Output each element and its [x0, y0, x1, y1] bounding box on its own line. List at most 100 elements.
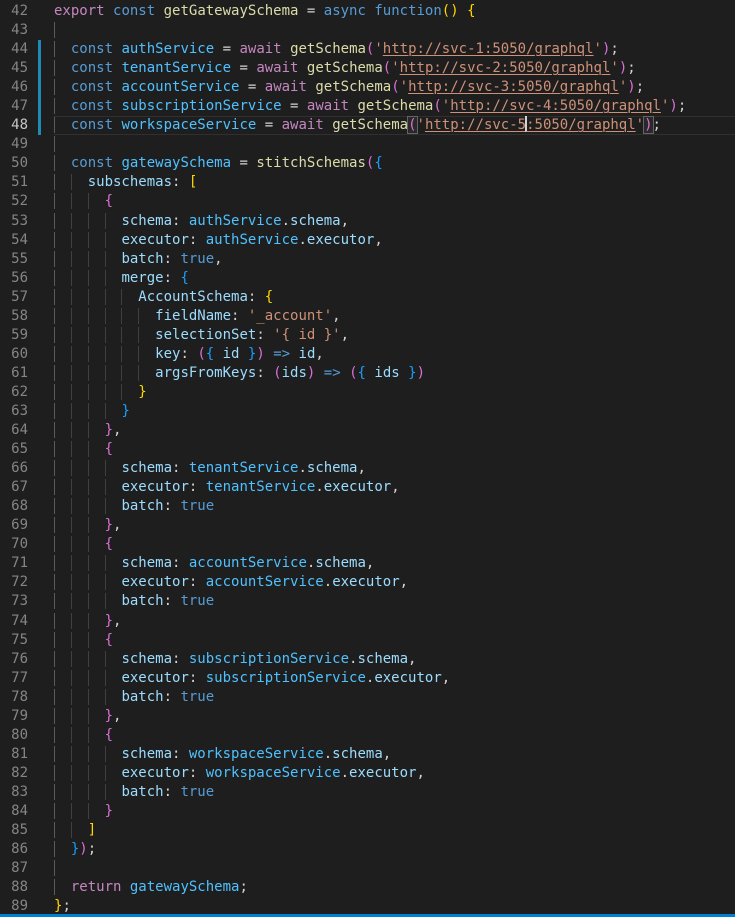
code-line[interactable]: key: ({ id }) => id, — [54, 345, 735, 364]
code-line[interactable]: const tenantService = await getSchema('h… — [54, 59, 735, 78]
code-line[interactable]: { — [54, 535, 735, 554]
line-number[interactable]: 47 — [0, 97, 28, 116]
code-line[interactable]: subschemas: [ — [54, 173, 735, 192]
line-number[interactable]: 88 — [0, 878, 28, 897]
code-token: getSchema — [315, 79, 391, 95]
line-number[interactable]: 79 — [0, 707, 28, 726]
line-number[interactable]: 49 — [0, 135, 28, 154]
code-line[interactable]: argsFromKeys: (ids) => ({ ids }) — [54, 364, 735, 383]
line-number[interactable]: 82 — [0, 764, 28, 783]
line-number[interactable]: 52 — [0, 192, 28, 211]
code-line[interactable]: fieldName: '_account', — [54, 307, 735, 326]
code-line[interactable]: selectionSet: '{ id }', — [54, 326, 735, 345]
line-number[interactable]: 80 — [0, 726, 28, 745]
line-number[interactable]: 75 — [0, 631, 28, 650]
line-number[interactable]: 87 — [0, 859, 28, 878]
code-line[interactable]: const accountService = await getSchema('… — [54, 78, 735, 97]
line-number[interactable]: 44 — [0, 40, 28, 59]
line-number[interactable]: 70 — [0, 535, 28, 554]
line-number[interactable]: 58 — [0, 307, 28, 326]
code-line[interactable]: executor: subscriptionService.executor, — [54, 669, 735, 688]
line-number[interactable]: 77 — [0, 669, 28, 688]
code-line[interactable]: export const getGatewaySchema = async fu… — [54, 2, 735, 21]
line-number[interactable]: 66 — [0, 459, 28, 478]
line-number[interactable]: 74 — [0, 612, 28, 631]
code-line[interactable]: }, — [54, 707, 735, 726]
line-number[interactable]: 59 — [0, 326, 28, 345]
gutter-spacer — [38, 345, 41, 364]
code-line[interactable]: batch: true — [54, 592, 735, 611]
code-line[interactable]: schema: authService.schema, — [54, 212, 735, 231]
line-number[interactable]: 71 — [0, 554, 28, 573]
editor-row: 70 { — [0, 535, 735, 554]
line-number[interactable]: 45 — [0, 59, 28, 78]
line-number[interactable]: 78 — [0, 688, 28, 707]
line-number[interactable]: 69 — [0, 516, 28, 535]
code-line[interactable]: schema: tenantService.schema, — [54, 459, 735, 478]
code-line[interactable]: { — [54, 192, 735, 211]
code-line[interactable]: merge: { — [54, 269, 735, 288]
line-number[interactable]: 84 — [0, 802, 28, 821]
line-number[interactable]: 60 — [0, 345, 28, 364]
line-number[interactable]: 43 — [0, 21, 28, 40]
line-number[interactable]: 72 — [0, 573, 28, 592]
code-line[interactable]: batch: true, — [54, 250, 735, 269]
code-line[interactable]: { — [54, 631, 735, 650]
code-line[interactable]: schema: workspaceService.schema, — [54, 745, 735, 764]
code-line[interactable]: AccountSchema: { — [54, 288, 735, 307]
code-line[interactable] — [54, 135, 735, 154]
code-line[interactable] — [54, 21, 735, 40]
line-number[interactable]: 62 — [0, 383, 28, 402]
code-line[interactable]: }, — [54, 516, 735, 535]
code-token: ) — [627, 79, 635, 95]
line-number[interactable]: 55 — [0, 250, 28, 269]
line-number[interactable]: 63 — [0, 402, 28, 421]
line-number[interactable]: 73 — [0, 592, 28, 611]
code-line[interactable]: batch: true — [54, 688, 735, 707]
line-number[interactable]: 54 — [0, 231, 28, 250]
line-number[interactable]: 76 — [0, 650, 28, 669]
line-number[interactable]: 68 — [0, 497, 28, 516]
line-number[interactable]: 56 — [0, 269, 28, 288]
line-number[interactable]: 85 — [0, 821, 28, 840]
line-number[interactable]: 57 — [0, 288, 28, 307]
line-number[interactable]: 83 — [0, 783, 28, 802]
code-line[interactable]: const subscriptionService = await getSch… — [54, 97, 735, 116]
code-line[interactable]: { — [54, 726, 735, 745]
code-line[interactable]: schema: subscriptionService.schema, — [54, 650, 735, 669]
code-line[interactable]: executor: accountService.executor, — [54, 573, 735, 592]
code-line[interactable]: } — [54, 802, 735, 821]
line-number[interactable]: 42 — [0, 2, 28, 21]
line-number[interactable]: 61 — [0, 364, 28, 383]
code-line[interactable]: } — [54, 402, 735, 421]
code-line[interactable]: const authService = await getSchema('htt… — [54, 40, 735, 59]
code-line[interactable]: schema: accountService.schema, — [54, 554, 735, 573]
line-number[interactable]: 53 — [0, 212, 28, 231]
line-number[interactable]: 51 — [0, 173, 28, 192]
line-number[interactable]: 64 — [0, 421, 28, 440]
line-number[interactable]: 65 — [0, 440, 28, 459]
code-line[interactable]: } — [54, 383, 735, 402]
line-number[interactable]: 48 — [0, 116, 28, 135]
line-number[interactable]: 67 — [0, 478, 28, 497]
code-line[interactable]: executor: tenantService.executor, — [54, 478, 735, 497]
code-line[interactable]: ] — [54, 821, 735, 840]
code-token: ' — [619, 79, 627, 95]
line-number[interactable]: 86 — [0, 840, 28, 859]
code-line[interactable]: return gatewaySchema; — [54, 878, 735, 897]
line-number[interactable]: 81 — [0, 745, 28, 764]
code-line[interactable]: executor: authService.executor, — [54, 231, 735, 250]
line-number[interactable]: 46 — [0, 78, 28, 97]
code-line[interactable]: const gatewaySchema = stitchSchemas({ — [54, 154, 735, 173]
code-line[interactable]: batch: true — [54, 783, 735, 802]
code-line[interactable]: }, — [54, 612, 735, 631]
code-line[interactable]: { — [54, 440, 735, 459]
code-line[interactable]: }, — [54, 421, 735, 440]
code-line[interactable]: const workspaceService = await getSchema… — [54, 116, 735, 135]
code-token: schema — [332, 746, 383, 762]
code-line[interactable]: batch: true — [54, 497, 735, 516]
code-line[interactable]: }); — [54, 840, 735, 859]
line-number[interactable]: 50 — [0, 154, 28, 173]
code-line[interactable] — [54, 859, 735, 878]
code-line[interactable]: executor: workspaceService.executor, — [54, 764, 735, 783]
